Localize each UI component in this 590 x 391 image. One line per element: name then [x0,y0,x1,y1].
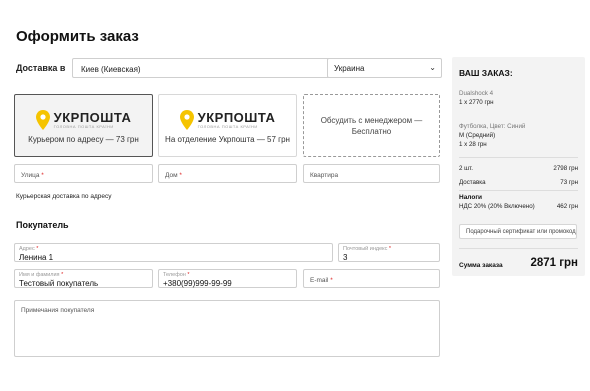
phone-value: +380(99)999-99-99 [163,279,232,288]
courier-note: Курьерская доставка по адресу [16,193,112,200]
street-field[interactable]: Улица * [14,164,153,183]
page-title: Оформить заказ [16,28,139,45]
vat-value: 462 грн [556,203,578,210]
zip-label: Почтовый индекс [343,246,388,252]
address-value: Ленина 1 [19,253,54,262]
shipping-option-manager[interactable]: Обсудить с менеджером — Бесплатно [303,94,440,157]
zip-value: 3 [343,253,348,262]
brand-name: УКРПОШТА [53,109,132,125]
shipping-option-caption: Курьером по адресу — 73 грн [28,135,139,144]
ukrposhta-logo: УКРПОШТА ГОЛОВНА ПОШТА КРАЇНИ [159,107,296,133]
notes-placeholder: Примечания покупателя [21,307,95,314]
delivery-cost-label: Доставка [459,179,486,186]
name-value: Тестовый покупатель [19,279,99,288]
order-item-variant: M (Средний) [459,132,496,139]
vat-label: НДС 20% (20% Включено) [459,203,535,210]
required-mark: * [36,246,39,252]
vat-row: НДС 20% (20% Включено) 462 грн [459,203,578,210]
apartment-field[interactable]: Квартира [303,164,440,183]
order-item: Dualshock 4 1 x 2770 грн [459,89,494,107]
map-pin-icon [35,110,50,130]
house-placeholder: Дом [165,172,178,179]
notes-textarea[interactable]: Примечания покупателя [14,300,440,357]
street-placeholder: Улица [21,172,40,179]
count-row: 2 шт. 2798 грн [459,165,578,172]
count-value: 2798 грн [553,165,578,172]
shipping-option-branch[interactable]: УКРПОШТА ГОЛОВНА ПОШТА КРАЇНИ На отделен… [158,94,297,157]
order-item: Футболка, Цвет: Синий M (Средний) 1 x 28… [459,122,525,149]
divider [459,248,578,249]
delivery-cost-row: Доставка 73 грн [459,179,578,186]
city-input[interactable]: Киев (Киевская) [72,58,338,78]
region-select[interactable]: Украина ⌄ [327,58,442,78]
total-label: Сумма заказа [459,262,503,269]
required-mark: * [187,272,190,278]
address-label: Адрес [19,246,35,252]
phone-field[interactable]: Телефон * +380(99)999-99-99 [158,269,297,288]
required-mark: * [41,172,44,179]
delivery-label: Доставка в [16,63,66,73]
order-item-name: Dualshock 4 [459,90,494,97]
name-label: Имя и фамилия [19,272,60,278]
required-mark: * [388,246,392,252]
order-item-name: Футболка, Цвет: Синий [459,123,526,130]
required-mark: * [330,277,333,284]
certificate-input[interactable]: Подарочный сертификат или промокод [459,224,577,239]
brand-name: УКРПОШТА [197,109,276,125]
email-placeholder: E-mail [310,277,329,284]
divider [459,157,578,158]
shipping-option-courier[interactable]: УКРПОШТА ГОЛОВНА ПОШТА КРАЇНИ Курьером п… [14,94,153,157]
divider [459,190,578,191]
order-item-qty: 1 x 28 грн [459,141,487,148]
order-title: ВАШ ЗАКАЗ: [459,68,513,78]
ukrposhta-logo: УКРПОШТА ГОЛОВНА ПОШТА КРАЇНИ [15,107,152,133]
shipping-option-caption: На отделение Укрпошта — 57 грн [165,135,290,144]
total-value: 2871 грн [530,257,578,269]
required-mark: * [61,272,64,278]
map-pin-icon [179,110,194,130]
email-field[interactable]: E-mail * [303,269,440,288]
house-field[interactable]: Дом * [158,164,297,183]
region-select-value: Украина [334,64,365,73]
count-label: 2 шт. [459,165,473,172]
buyer-section-title: Покупатель [16,220,69,230]
zip-field[interactable]: Почтовый индекс * 3 [338,243,440,262]
apartment-placeholder: Квартира [310,172,339,179]
tax-title: Налоги [459,194,483,201]
brand-sub: ГОЛОВНА ПОШТА КРАЇНИ [53,123,114,129]
required-mark: * [179,172,182,179]
address-field[interactable]: Адрес * Ленина 1 [14,243,333,262]
name-field[interactable]: Имя и фамилия * Тестовый покупатель [14,269,153,288]
phone-label: Телефон [163,272,186,278]
delivery-row: Доставка в Киев (Киевская) Украина ⌄ [16,58,442,78]
order-summary-panel: ВАШ ЗАКАЗ: Dualshock 4 1 x 2770 грн Футб… [452,57,585,276]
order-item-qty: 1 x 2770 грн [459,99,494,106]
delivery-cost-value: 73 грн [560,179,578,186]
brand-sub: ГОЛОВНА ПОШТА КРАЇНИ [197,123,258,129]
shipping-option-caption: Обсудить с менеджером — Бесплатно [320,116,423,136]
chevron-down-icon: ⌄ [429,63,436,72]
